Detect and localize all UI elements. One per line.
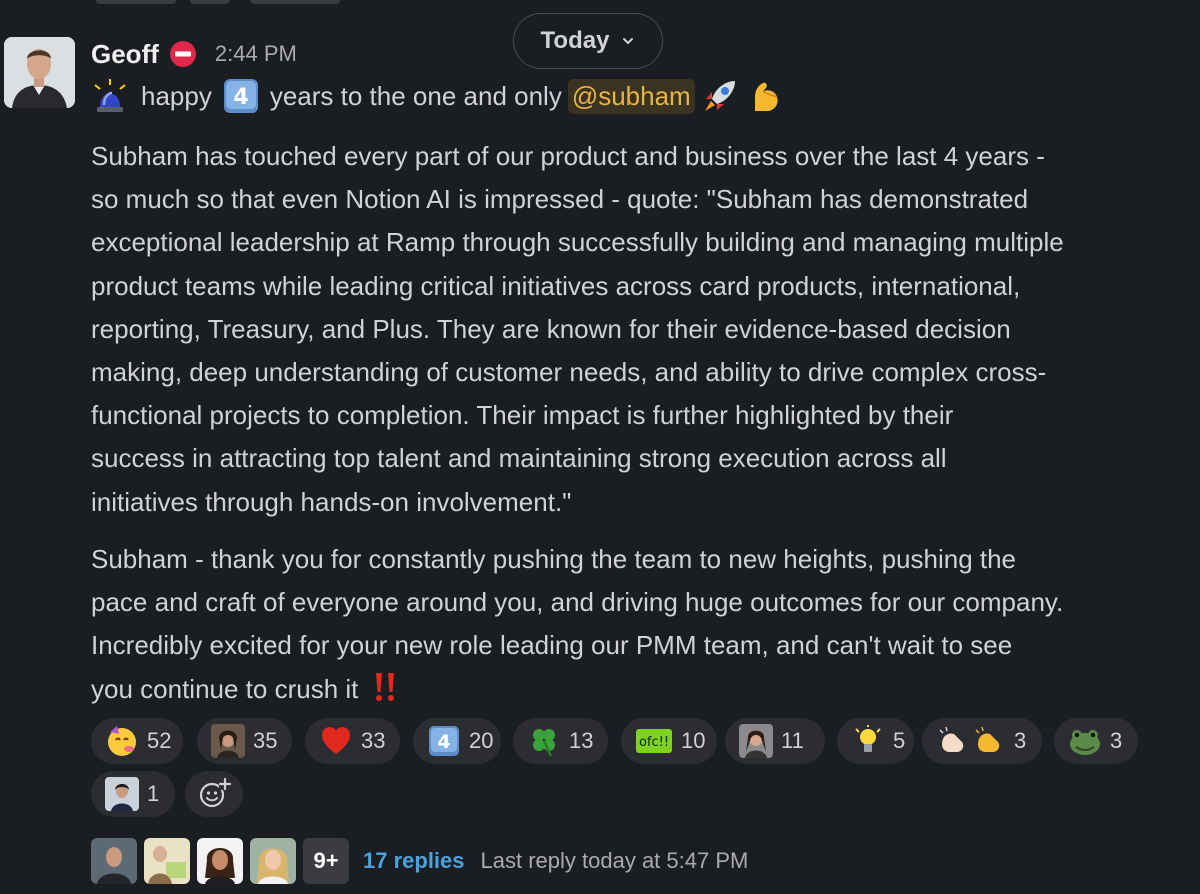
thread-avatar bbox=[91, 838, 137, 884]
paragraph-line: pace and craft of everyone around you, a… bbox=[91, 587, 1064, 618]
last-reply-text: Last reply today at 5:47 PM bbox=[480, 848, 749, 873]
reaction-keycap-4[interactable]: 4 20 bbox=[413, 718, 501, 764]
light-bulb-icon bbox=[855, 725, 881, 752]
paragraph-line: Incredibly excited for your new role lea… bbox=[91, 630, 1013, 661]
sender-name[interactable]: Geoff bbox=[91, 39, 159, 70]
no-entry-icon bbox=[169, 41, 196, 67]
paragraph-line: so much so that even Notion AI is impres… bbox=[91, 184, 1029, 215]
paragraph-line: exceptional leadership at Ramp through s… bbox=[91, 227, 1064, 258]
add-reaction-button[interactable] bbox=[185, 771, 243, 817]
reaction-partying-face[interactable]: 52 bbox=[91, 718, 183, 764]
message-paragraph-2: Subham - thank you for constantly pushin… bbox=[91, 538, 1191, 711]
user-mention-link[interactable]: @subham bbox=[567, 78, 695, 114]
frog-custom-emoji-icon bbox=[1070, 730, 1100, 755]
reaction-count: 13 bbox=[569, 728, 594, 753]
reaction-ofc-custom[interactable]: ofc!! 10 bbox=[621, 718, 717, 764]
flexed-biceps-icon bbox=[754, 82, 778, 111]
double-exclamation-icon bbox=[376, 672, 395, 701]
paragraph-line-last: you continue to crush it bbox=[91, 668, 1191, 711]
paragraph-line: success in attracting top talent and mai… bbox=[91, 443, 947, 474]
date-divider-label: Today bbox=[540, 27, 610, 54]
reaction-count: 11 bbox=[781, 728, 804, 753]
reaction-count: 52 bbox=[147, 728, 172, 753]
chevron-down-icon bbox=[623, 38, 634, 45]
message-first-line: happy 4 years to the one and only @subha… bbox=[91, 74, 787, 118]
paragraph-line: making, deep understanding of customer n… bbox=[91, 357, 1047, 388]
rocket-icon bbox=[704, 81, 735, 111]
paragraph-line: reporting, Treasury, and Plus. They are … bbox=[91, 313, 1011, 344]
paragraph-line: functional projects to completion. Their… bbox=[91, 400, 954, 431]
paragraph-line: Subham has touched every part of our pro… bbox=[91, 141, 1045, 171]
clapping-hands-icon bbox=[939, 726, 1000, 752]
partying-face-icon bbox=[108, 726, 136, 756]
message-timestamp[interactable]: 2:44 PM bbox=[215, 41, 297, 67]
thread-avatar bbox=[144, 838, 190, 884]
reaction-custom-photo[interactable]: 11 bbox=[725, 718, 825, 764]
thread-summary[interactable]: 9+ 17 replies Last reply today at 5:47 P… bbox=[91, 836, 748, 886]
custom-photo-emoji-icon bbox=[105, 777, 139, 811]
red-heart-icon bbox=[322, 727, 350, 754]
four-leaf-clover-icon bbox=[533, 729, 555, 757]
paragraph-line: Subham - thank you for constantly pushin… bbox=[91, 544, 1017, 574]
ofc-custom-emoji-icon: ofc!! bbox=[636, 729, 672, 753]
person-photo-icon bbox=[144, 838, 190, 884]
reaction-custom-photo[interactable]: 1 bbox=[91, 771, 175, 817]
previous-message-edge bbox=[0, 0, 1200, 6]
reaction-count: 3 bbox=[1110, 728, 1123, 753]
add-reaction-icon bbox=[199, 777, 231, 808]
thread-avatar bbox=[250, 838, 296, 884]
reaction-count: 35 bbox=[253, 728, 278, 753]
message-paragraph-1: Subham has touched every part of our pro… bbox=[91, 135, 1191, 524]
reaction-count: 3 bbox=[1014, 728, 1027, 753]
reaction-red-heart[interactable]: 33 bbox=[305, 718, 400, 764]
ofc-emoji-label: ofc!! bbox=[639, 735, 669, 750]
message-word-happy: happy bbox=[141, 80, 212, 111]
police-light-icon bbox=[94, 79, 126, 112]
paragraph-line-text: you continue to crush it bbox=[91, 673, 359, 704]
paragraph-line: product teams while leading critical ini… bbox=[91, 270, 1021, 301]
keycap-4-icon: 4 bbox=[429, 726, 459, 756]
svg-text:4: 4 bbox=[233, 85, 248, 110]
person-photo-icon bbox=[91, 838, 137, 884]
reaction-clapping-hands[interactable]: 3 bbox=[922, 718, 1042, 764]
avatar[interactable] bbox=[4, 37, 75, 108]
reaction-count: 33 bbox=[361, 728, 386, 753]
message-years-text: years to the one and only bbox=[269, 80, 562, 111]
person-photo-icon bbox=[250, 838, 296, 884]
reaction-light-bulb[interactable]: 5 bbox=[837, 718, 914, 764]
paragraph-line: initiatives through hands-on involvement… bbox=[91, 486, 572, 517]
date-divider-button[interactable]: Today bbox=[513, 13, 663, 69]
reaction-count: 20 bbox=[469, 728, 494, 753]
thread-replies-link[interactable]: 17 replies bbox=[363, 848, 465, 874]
reaction-four-leaf-clover[interactable]: 13 bbox=[513, 718, 608, 764]
svg-text:4: 4 bbox=[437, 731, 450, 753]
thread-avatar bbox=[197, 838, 243, 884]
reaction-custom-photo[interactable]: 35 bbox=[197, 718, 292, 764]
custom-photo-emoji-icon bbox=[211, 724, 245, 758]
person-photo-icon bbox=[4, 37, 75, 108]
reaction-frog-custom[interactable]: 3 bbox=[1054, 718, 1138, 764]
reaction-count: 10 bbox=[681, 728, 706, 753]
keycap-4-icon: 4 bbox=[223, 79, 258, 113]
reaction-count: 1 bbox=[147, 781, 160, 806]
custom-photo-emoji-icon bbox=[739, 724, 773, 758]
person-photo-icon bbox=[197, 838, 243, 884]
more-participants-badge: 9+ bbox=[303, 838, 349, 884]
reaction-count: 5 bbox=[893, 728, 906, 753]
